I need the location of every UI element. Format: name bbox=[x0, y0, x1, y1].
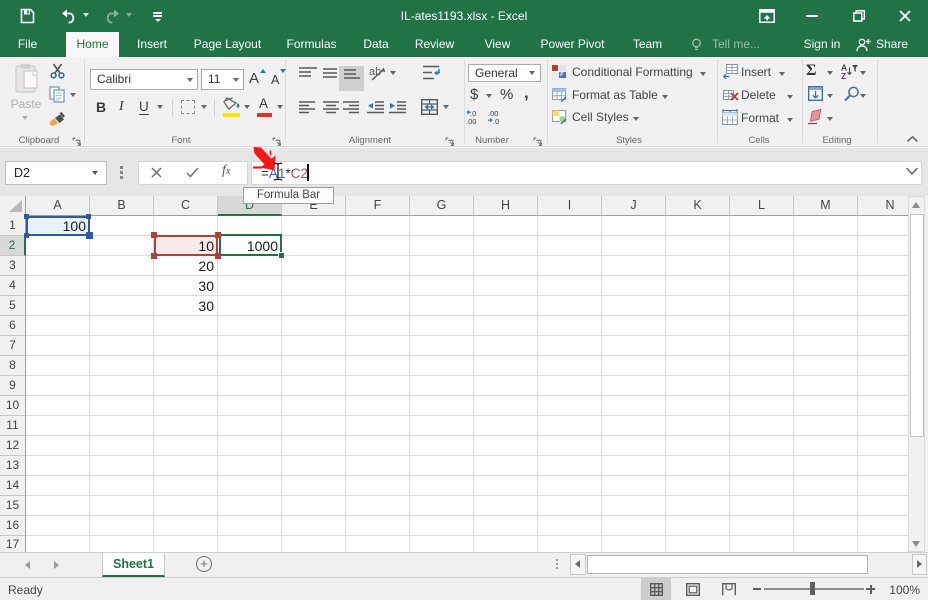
svg-text:≠: ≠ bbox=[560, 70, 565, 79]
svg-text:ab: ab bbox=[369, 66, 381, 78]
svg-text:Z: Z bbox=[841, 71, 846, 79]
svg-text:.0: .0 bbox=[493, 117, 499, 125]
svg-text:.00: .00 bbox=[466, 117, 476, 125]
